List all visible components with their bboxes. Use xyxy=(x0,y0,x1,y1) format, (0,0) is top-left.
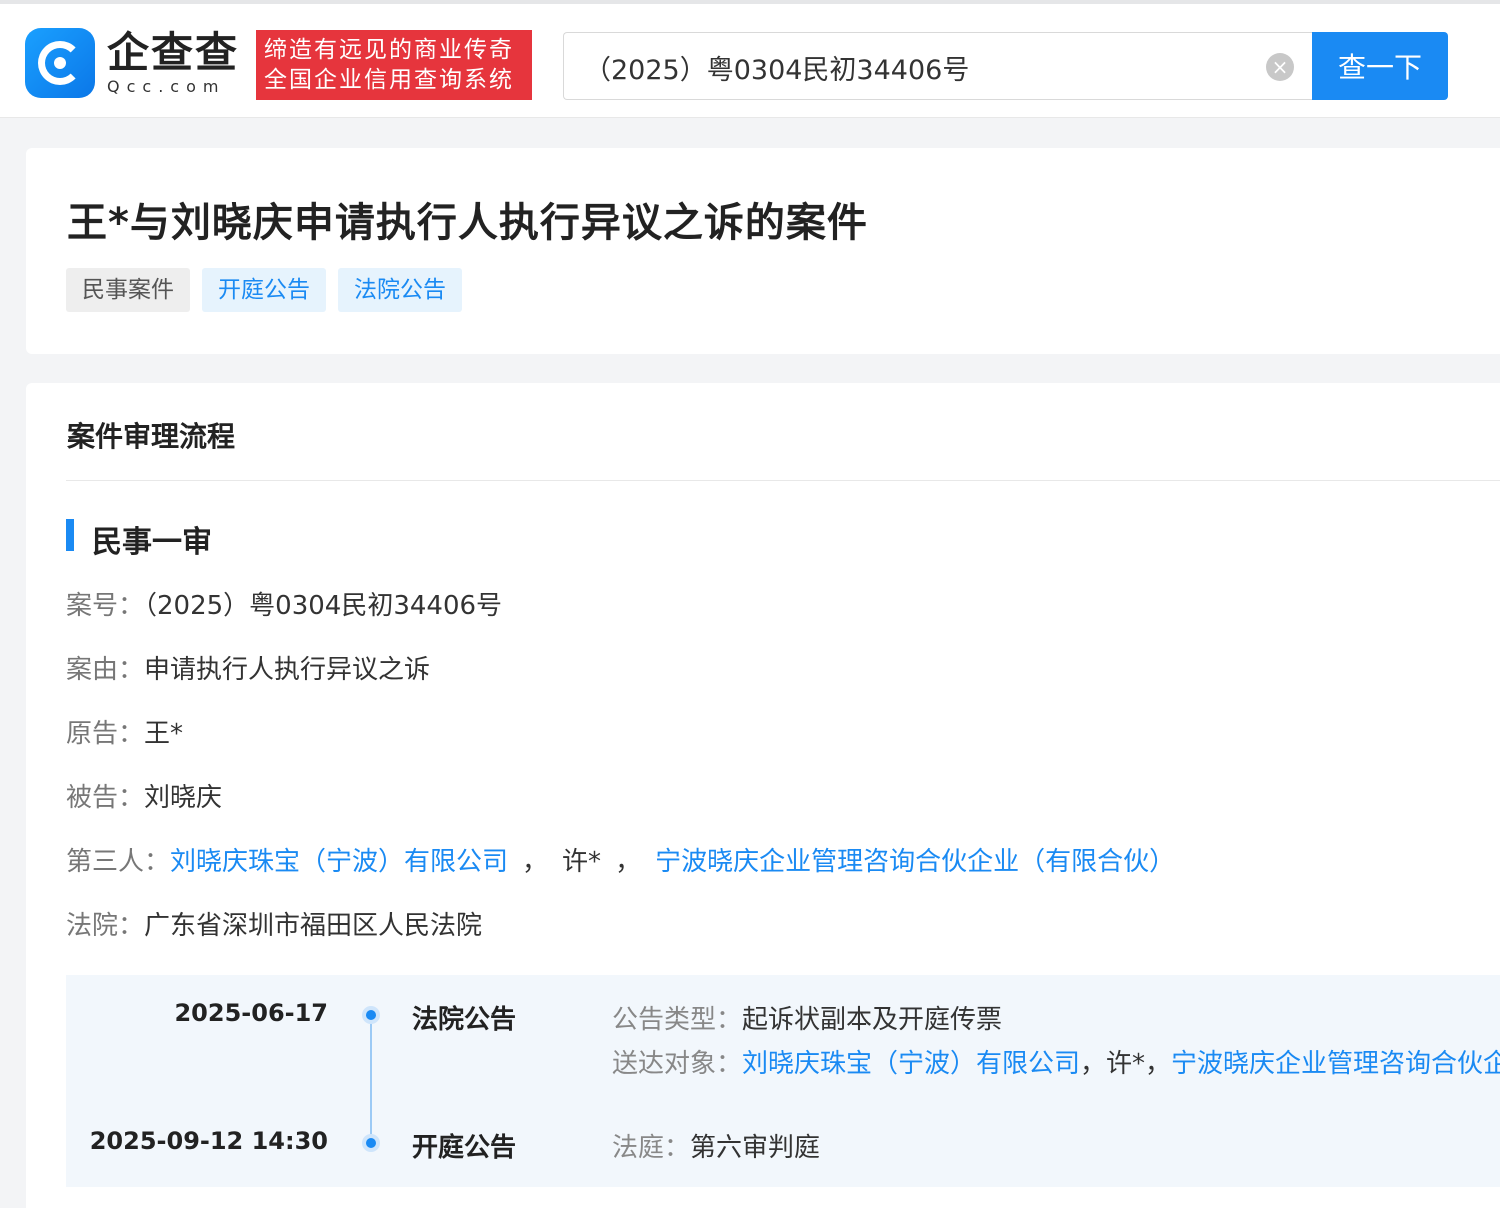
court: 广东省深圳市福田区人民法院 xyxy=(144,911,483,941)
timeline: 2025-06-17 法院公告 公告类型：起诉状副本及开庭传票 送达对象：刘晓庆… xyxy=(66,975,1500,1187)
recipient-link-1[interactable]: 刘晓庆珠宝（宁波）有限公司 xyxy=(742,1049,1080,1079)
timeline-line xyxy=(370,1017,372,1143)
search-input[interactable] xyxy=(584,47,1244,87)
courtroom: 第六审判庭 xyxy=(690,1133,821,1163)
third-party-2: 许* xyxy=(562,847,602,877)
timeline-type[interactable]: 开庭公告 xyxy=(412,1127,516,1164)
tag-hearing-notice[interactable]: 开庭公告 xyxy=(202,268,326,312)
section-title: 案件审理流程 xyxy=(67,420,236,453)
stage-marker xyxy=(66,519,74,551)
recipient-link-2[interactable]: 宁波晓庆企业管理咨询合伙企业（有限合伙） xyxy=(1171,1049,1500,1079)
slogan-line-2: 全国企业信用查询系统 xyxy=(264,67,514,93)
recipient-separator: ，许*， xyxy=(1080,1049,1172,1079)
tag-civil-case: 民事案件 xyxy=(66,268,190,312)
recipients-label: 送达对象： xyxy=(612,1049,743,1079)
stage-title: 民事一审 xyxy=(92,525,212,560)
case-number-label: 案号： xyxy=(66,591,145,621)
timeline-info: 法庭：第六审判庭 xyxy=(612,1127,820,1164)
case-cause: 申请执行人执行异议之诉 xyxy=(144,655,431,685)
defendant-row: 被告：刘晓庆 xyxy=(66,777,222,814)
case-number: （2025）粤0304民初34406号 xyxy=(144,591,503,621)
search-button[interactable]: 查一下 xyxy=(1312,32,1448,100)
defendant-label: 被告： xyxy=(66,783,145,813)
case-number-row: 案号：（2025）粤0304民初34406号 xyxy=(66,585,502,622)
case-title-card: 王*与刘晓庆申请执行人执行异议之诉的案件 民事案件 开庭公告 法院公告 xyxy=(26,148,1500,354)
timeline-type[interactable]: 法院公告 xyxy=(412,999,516,1036)
timeline-info: 公告类型：起诉状副本及开庭传票 xyxy=(612,999,1002,1036)
plaintiff-label: 原告： xyxy=(66,719,145,749)
notice-type-label: 公告类型： xyxy=(612,1005,743,1035)
timeline-date: 2025-09-12 14:30 xyxy=(89,1127,328,1155)
case-process-card: 案件审理流程 民事一审 案号：（2025）粤0304民初34406号 案由：申请… xyxy=(26,383,1500,1208)
divider xyxy=(66,480,1500,481)
third-party-label: 第三人： xyxy=(66,847,171,877)
search-box: × xyxy=(563,32,1313,100)
timeline-date: 2025-06-17 xyxy=(174,999,328,1027)
notice-type: 起诉状副本及开庭传票 xyxy=(742,1005,1003,1035)
logo-name: 企查查 xyxy=(107,28,240,77)
third-party-row: 第三人：刘晓庆珠宝（宁波）有限公司 ， 许* ， 宁波晓庆企业管理咨询合伙企业（有限合伙… xyxy=(66,841,1175,878)
timeline-dot xyxy=(362,1006,380,1024)
court-label: 法院： xyxy=(66,911,145,941)
third-party-separator: ， xyxy=(615,847,642,877)
timeline-recipients: 送达对象：刘晓庆珠宝（宁波）有限公司，许*，宁波晓庆企业管理咨询合伙企业（有限合… xyxy=(612,1043,1500,1080)
logo-domain: Qcc.com xyxy=(107,77,226,96)
case-title: 王*与刘晓庆申请执行人执行异议之诉的案件 xyxy=(67,200,868,246)
clear-icon[interactable]: × xyxy=(1266,53,1294,81)
top-header: 企查查 Qcc.com 缔造有远见的商业传奇 全国企业信用查询系统 × 查一下 xyxy=(0,0,1500,118)
plaintiff: 王* xyxy=(144,719,184,749)
third-party-separator: ， xyxy=(522,847,549,877)
logo[interactable]: 企查查 Qcc.com xyxy=(25,28,239,98)
slogan-banner: 缔造有远见的商业传奇 全国企业信用查询系统 xyxy=(256,30,532,100)
defendant: 刘晓庆 xyxy=(144,783,223,813)
case-tags: 民事案件 开庭公告 法院公告 xyxy=(66,268,474,312)
courtroom-label: 法庭： xyxy=(612,1133,691,1163)
case-cause-row: 案由：申请执行人执行异议之诉 xyxy=(66,649,430,686)
third-party-link-1[interactable]: 刘晓庆珠宝（宁波）有限公司 xyxy=(170,847,508,877)
plaintiff-row: 原告：王* xyxy=(66,713,183,750)
timeline-dot xyxy=(362,1134,380,1152)
case-cause-label: 案由： xyxy=(66,655,145,685)
logo-icon xyxy=(25,28,95,98)
third-party-link-3[interactable]: 宁波晓庆企业管理咨询合伙企业（有限合伙） xyxy=(655,847,1175,877)
court-row: 法院：广东省深圳市福田区人民法院 xyxy=(66,905,482,942)
slogan-line-1: 缔造有远见的商业传奇 xyxy=(264,37,514,63)
tag-court-notice[interactable]: 法院公告 xyxy=(338,268,462,312)
